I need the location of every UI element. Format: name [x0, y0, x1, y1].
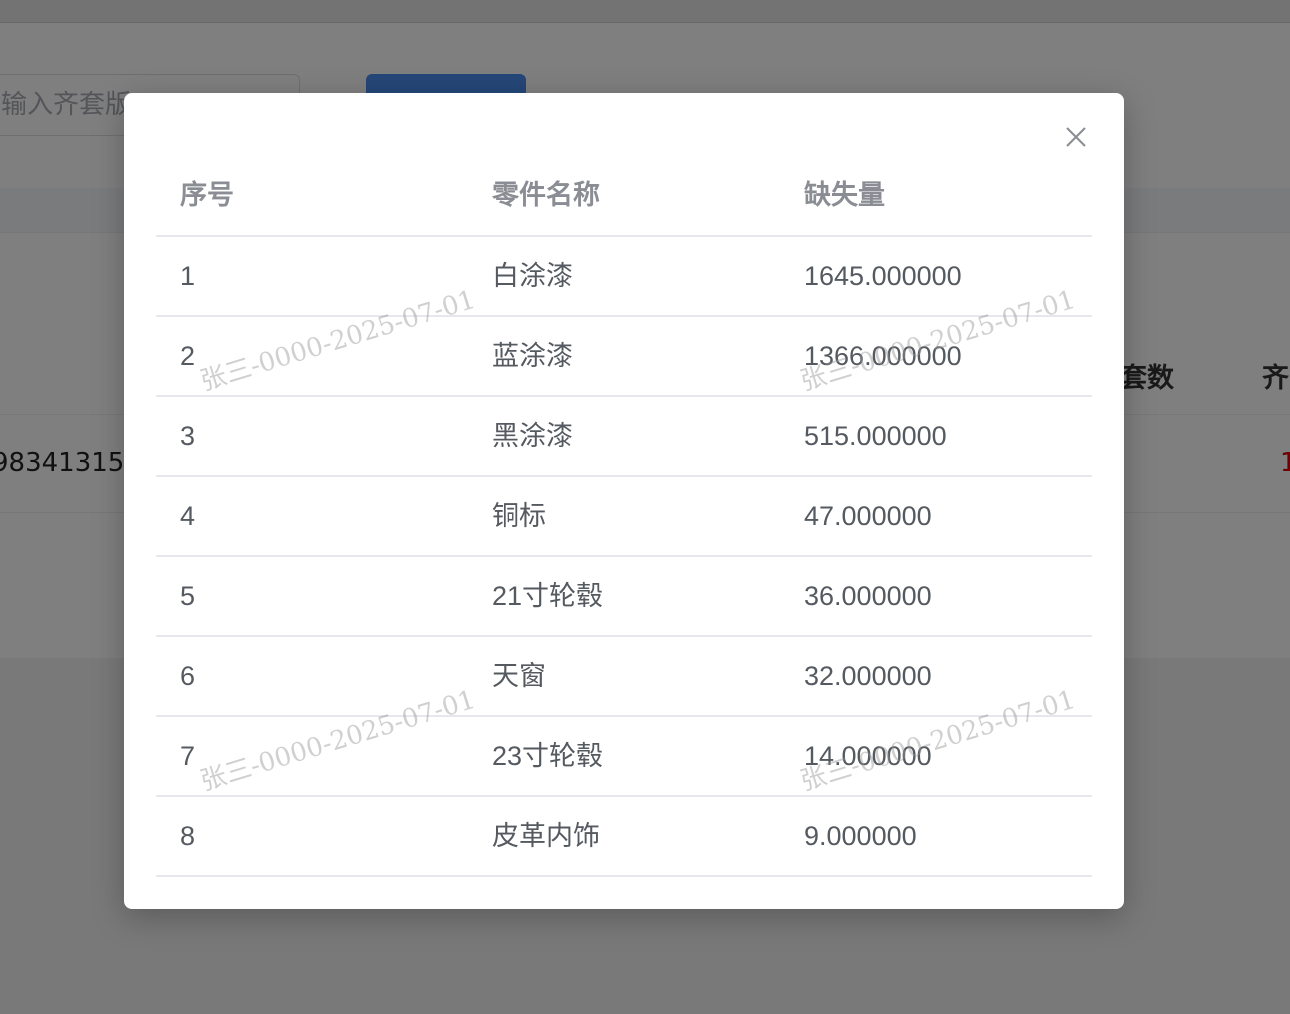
row-missing-qty: 36.000000	[804, 581, 932, 611]
table-header: 序号 零件名称 缺失量	[156, 155, 1092, 237]
row-missing-qty: 1645.000000	[804, 261, 962, 291]
close-icon	[1066, 127, 1086, 147]
table-row: 4 铜标 47.000000	[156, 477, 1092, 557]
row-missing-qty: 47.000000	[804, 501, 932, 531]
table-row: 5 21寸轮毂 36.000000	[156, 557, 1092, 637]
row-part-name: 蓝涂漆	[492, 341, 573, 371]
table-row: 8 皮革内饰 9.000000	[156, 797, 1092, 877]
row-part-name: 21寸轮毂	[492, 581, 604, 611]
row-index: 1	[180, 261, 196, 291]
table-row: 2 蓝涂漆 1366.000000	[156, 317, 1092, 397]
row-part-name: 23寸轮毂	[492, 741, 604, 771]
table-row: 7 23寸轮毂 14.000000	[156, 717, 1092, 797]
table-row: 3 黑涂漆 515.000000	[156, 397, 1092, 477]
row-index: 8	[180, 821, 196, 851]
row-missing-qty: 9.000000	[804, 821, 917, 851]
row-part-name: 铜标	[492, 501, 546, 531]
close-button[interactable]	[1060, 121, 1092, 153]
missing-parts-table: 序号 零件名称 缺失量 1 白涂漆 1645.000000 2 蓝涂漆 1366…	[156, 155, 1092, 877]
column-header-part-name: 零件名称	[492, 180, 600, 210]
row-part-name: 皮革内饰	[492, 821, 600, 851]
row-part-name: 天窗	[492, 661, 546, 691]
row-part-name: 黑涂漆	[492, 421, 573, 451]
row-missing-qty: 515.000000	[804, 421, 947, 451]
row-index: 2	[180, 341, 196, 371]
row-missing-qty: 1366.000000	[804, 341, 962, 371]
row-index: 7	[180, 741, 196, 771]
row-part-name: 白涂漆	[492, 261, 573, 291]
table-row: 6 天窗 32.000000	[156, 637, 1092, 717]
column-header-missing-qty: 缺失量	[804, 180, 885, 210]
row-index: 5	[180, 581, 196, 611]
table-row: 1 白涂漆 1645.000000	[156, 237, 1092, 317]
row-index: 4	[180, 501, 196, 531]
row-index: 6	[180, 661, 196, 691]
column-header-index: 序号	[180, 180, 234, 210]
row-missing-qty: 32.000000	[804, 661, 932, 691]
row-index: 3	[180, 421, 196, 451]
row-missing-qty: 14.000000	[804, 741, 932, 771]
missing-parts-dialog: 序号 零件名称 缺失量 1 白涂漆 1645.000000 2 蓝涂漆 1366…	[124, 93, 1124, 909]
